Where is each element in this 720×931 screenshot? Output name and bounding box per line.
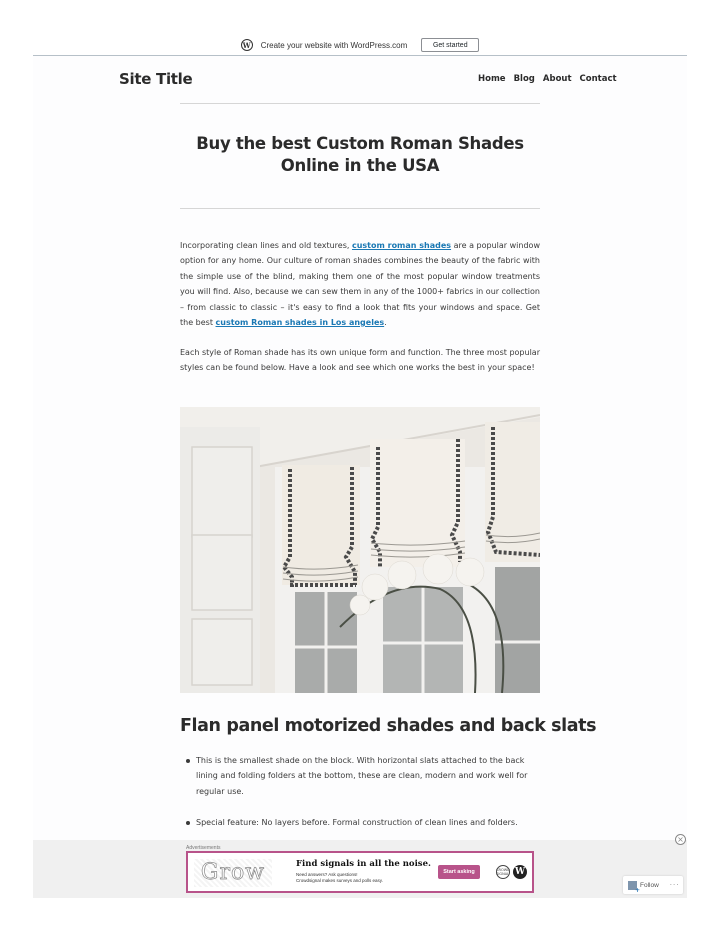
wordpress-logo-icon: W [240, 39, 253, 51]
ad-brand-image: Grow [194, 859, 272, 887]
wordpress-banner: W Create your website with WordPress.com… [0, 36, 720, 54]
nav-blog[interactable]: Blog [514, 74, 535, 84]
wordpress-banner-text[interactable]: Create your website with WordPress.com [261, 41, 408, 50]
ad-subtext: Need answers? Ask questions! Crowdsignal… [296, 872, 383, 884]
list-item: This is the smallest shade on the block.… [186, 753, 544, 799]
nav-home[interactable]: Home [478, 74, 506, 84]
advertisement-banner[interactable]: Grow Find signals in all the noise. Need… [186, 851, 534, 893]
ad-subtext-line-2: Crowdsignal makes surveys and polls easy… [296, 878, 383, 883]
custom-roman-shades-link[interactable]: custom roman shades [352, 241, 451, 250]
follow-button[interactable]: Follow ··· [623, 876, 683, 894]
main-nav: Home Blog About Contact [478, 74, 617, 84]
roman-shades-photo [180, 407, 540, 693]
title-divider [180, 208, 540, 209]
page-title: Buy the best Custom Roman Shades Online … [196, 134, 524, 175]
follow-label: Follow [640, 881, 659, 889]
site-title[interactable]: Site Title [119, 70, 193, 88]
ad-headline: Find signals in all the noise. [296, 859, 431, 869]
styles-paragraph: Each style of Roman shade has its own un… [180, 348, 540, 373]
wordpress-logo-icon: W [513, 865, 527, 879]
get-started-button[interactable]: Get started [421, 38, 480, 52]
nav-contact[interactable]: Contact [580, 74, 617, 84]
crowdsignal-logo-icon: CROWD SIGNAL [496, 865, 510, 879]
list-item: Special feature: No layers before. Forma… [186, 815, 544, 830]
intro-paragraph: Incorporating clean lines and old textur… [180, 238, 540, 330]
more-options-icon[interactable]: ··· [670, 881, 680, 889]
los-angeles-link[interactable]: custom Roman shades in Los angeles [216, 318, 385, 327]
section-heading: Flan panel motorized shades and back sla… [180, 716, 597, 736]
follow-icon [628, 880, 640, 894]
start-asking-button[interactable]: Start asking [438, 865, 480, 879]
intro-text-3: . [384, 318, 387, 328]
close-ad-icon[interactable]: × [675, 834, 686, 845]
features-list: This is the smallest shade on the block.… [186, 753, 544, 845]
nav-about[interactable]: About [543, 74, 572, 84]
intro-text-1: Incorporating clean lines and old textur… [180, 241, 352, 250]
header-divider [180, 103, 540, 104]
intro-text-2: are a popular window option for any home… [180, 241, 540, 328]
